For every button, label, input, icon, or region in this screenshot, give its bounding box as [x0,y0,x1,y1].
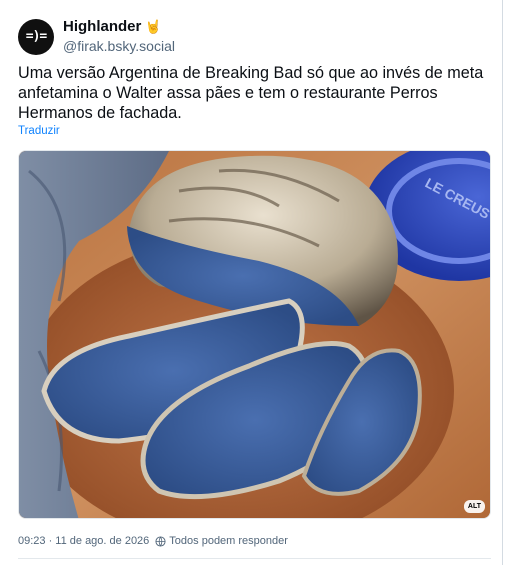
post-text: Uma versão Argentina de Breaking Bad só … [18,64,484,122]
avatar-glyph: =)= [25,29,48,44]
avatar[interactable]: =)= [18,18,54,55]
rock-hand-emoji: 🤘 [145,19,162,34]
divider [18,558,491,559]
author-display-name-row[interactable]: Highlander 🤘 [63,18,175,36]
globe-icon [155,535,166,547]
bread-photo: LE CREUS [19,151,490,518]
post-card: =)= Highlander 🤘 @firak.bsky.social Uma … [0,0,503,565]
author-names: Highlander 🤘 @firak.bsky.social [63,18,175,55]
translate-link[interactable]: Traduzir [18,125,60,137]
post-timestamp[interactable]: 09:23 · 11 de ago. de 2026 [18,535,149,547]
post-meta: 09:23 · 11 de ago. de 2026 Todos podem r… [18,535,288,547]
reply-setting[interactable]: Todos podem responder [169,535,288,547]
author-handle[interactable]: @firak.bsky.social [63,37,175,55]
post-header: =)= Highlander 🤘 @firak.bsky.social [18,18,175,55]
author-display-name[interactable]: Highlander [63,18,141,36]
alt-badge[interactable]: ALT [463,500,485,513]
post-image[interactable]: LE CREUS ALT [18,150,491,519]
